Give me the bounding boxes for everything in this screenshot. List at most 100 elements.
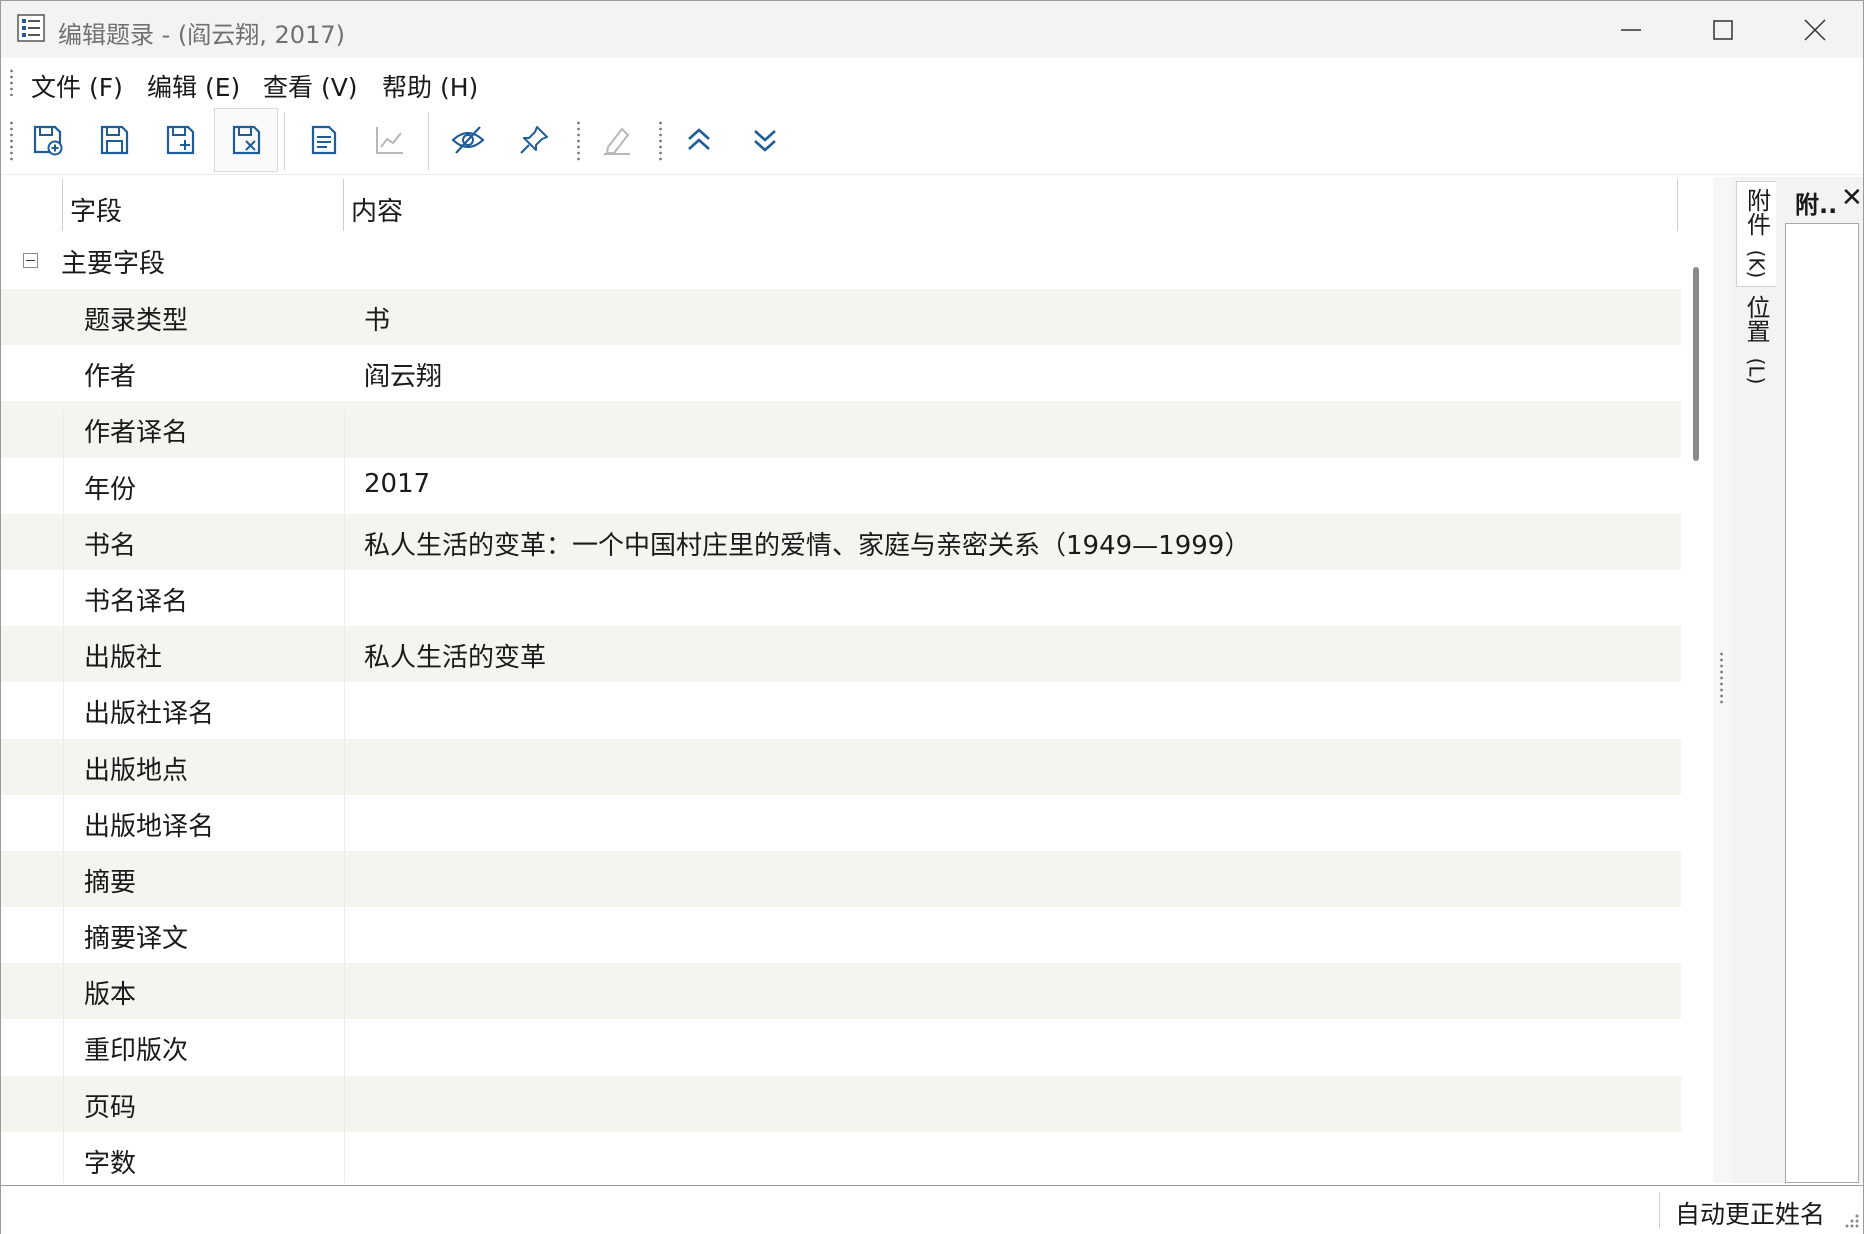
hide-icon — [451, 126, 485, 154]
edit-icon — [604, 127, 630, 155]
column-divider[interactable] — [62, 179, 63, 231]
field-name-cell: 作者 — [84, 362, 137, 393]
move-up-icon — [688, 128, 710, 150]
minimize-button[interactable] — [1585, 1, 1677, 58]
table-row[interactable]: 摘要 — [1, 850, 1681, 908]
record-list-button[interactable] — [292, 108, 356, 172]
table-row[interactable]: 版本 — [1, 963, 1681, 1020]
save-icon — [100, 125, 129, 155]
grid-header: 字段 内容 — [1, 177, 1681, 233]
app-list-icon — [17, 14, 45, 42]
attachment-panel: 附.. ✕ — [1781, 177, 1863, 1183]
column-header-field[interactable]: 字段 — [70, 191, 122, 228]
hide-button[interactable] — [436, 108, 500, 172]
table-row[interactable]: 字数 — [1, 1132, 1681, 1183]
vertical-scrollbar[interactable] — [1681, 233, 1713, 1183]
table-row[interactable]: 重印版次 — [1, 1019, 1681, 1075]
auto-correct-names-toggle[interactable]: 自动更正姓名 — [1675, 1195, 1825, 1231]
toolbar-separator — [284, 112, 285, 170]
side-tab-strip: 附件 (K) 位置 (L) — [1731, 177, 1781, 1183]
close-button[interactable] — [1769, 1, 1861, 58]
field-grid: 字段 内容 主要字段 题录类型书作者 阎云翔 作者译名 年份 2017 书名 私人生活的变革… — [1, 177, 1681, 1183]
field-name-cell: 书名译名 — [84, 586, 189, 617]
table-row[interactable]: 年份 2017 — [1, 458, 1681, 514]
field-name-cell: 出版地点 — [84, 755, 189, 786]
record-list-icon — [311, 125, 337, 155]
table-row[interactable]: 书名译名 — [1, 570, 1681, 626]
maximize-button[interactable] — [1677, 1, 1769, 58]
edit-button — [585, 108, 649, 172]
chart-icon — [376, 127, 403, 154]
save-close-button[interactable] — [214, 108, 278, 172]
menu-edit[interactable]: 编辑 (E) — [147, 68, 240, 104]
close-icon[interactable]: ✕ — [1841, 183, 1863, 213]
table-row[interactable]: 出版地译名 — [1, 795, 1681, 851]
tab-attachments[interactable]: 附件 (K) — [1736, 181, 1776, 287]
table-row[interactable]: 摘要译文 — [1, 907, 1681, 963]
table-row[interactable]: 作者译名 — [1, 401, 1681, 458]
column-header-content[interactable]: 内容 — [351, 191, 403, 228]
tab-location[interactable]: 位置 (L) — [1736, 289, 1776, 393]
group-row[interactable] — [1, 233, 1681, 289]
field-name-cell: 书名 — [84, 530, 137, 561]
save-copy-button[interactable] — [148, 108, 212, 172]
table-row[interactable]: 作者 阎云翔 — [1, 345, 1681, 401]
table-row[interactable]: 页码 — [1, 1075, 1681, 1132]
table-row[interactable]: 出版社译名 — [1, 682, 1681, 738]
move-down-button[interactable] — [733, 108, 797, 172]
column-divider — [1677, 179, 1678, 231]
menu-help[interactable]: 帮助 (H) — [382, 68, 478, 104]
table-row[interactable]: 出版社 私人生活的变革 — [1, 626, 1681, 683]
attachment-list[interactable] — [1785, 223, 1859, 1183]
move-up-button[interactable] — [667, 108, 731, 172]
attachment-panel-title: 附.. — [1795, 191, 1838, 219]
menu-file[interactable]: 文件 (F) — [31, 68, 123, 104]
field-rows: 题录类型 书作者 阎云翔作者译名年份 2017 书名 私人生活的变革：一个中国村庄里的爱情… — [1, 289, 1681, 1183]
table-row[interactable]: 出版地点 — [1, 738, 1681, 795]
menu-view[interactable]: 查看 (V) — [263, 68, 358, 104]
tab-attachments-label: 附件 — [1742, 188, 1771, 236]
field-name-cell: 摘要 — [84, 867, 137, 898]
field-name-cell: 年份 — [84, 474, 137, 505]
field-name-cell: 出版社 — [84, 643, 163, 674]
field-name-cell: 页码 — [84, 1092, 137, 1123]
toolbar — [1, 108, 1863, 175]
field-value-cell[interactable]: 私人生活的变革 — [364, 637, 546, 674]
field-name-cell: 摘要译文 — [84, 924, 189, 955]
toolbar-grip — [659, 120, 662, 162]
table-row[interactable]: 书名 私人生活的变革：一个中国村庄里的爱情、家庭与亲密关系（1949—1999） — [1, 513, 1681, 570]
field-name-cell: 出版社译名 — [84, 699, 215, 730]
group-label: 主要字段 — [61, 249, 166, 279]
save-button[interactable] — [82, 108, 146, 172]
move-down-icon — [754, 130, 776, 152]
splitter-grip[interactable] — [1720, 651, 1723, 705]
field-value-cell[interactable]: 阎云翔 — [364, 356, 442, 393]
row-indent-line — [63, 409, 64, 1183]
field-name-cell: 字数 — [84, 1148, 137, 1179]
edit-record-window: 编辑题录 - (阎云翔, 2017) 文件 (F) 编辑 (E) 查看 (V) … — [0, 0, 1864, 1234]
menu-bar: 文件 (F) 编辑 (E) 查看 (V) 帮助 (H) — [1, 58, 1863, 108]
toolbar-grip — [577, 120, 580, 162]
tab-location-label: 位置 — [1742, 295, 1770, 343]
field-value-cell[interactable]: 书 — [364, 300, 390, 337]
menubar-grip[interactable] — [10, 68, 13, 96]
save-close-icon — [232, 125, 261, 155]
panel-splitter[interactable] — [1713, 177, 1731, 1183]
column-divider[interactable] — [343, 179, 344, 231]
chart-button — [358, 108, 422, 172]
close-icon — [1804, 18, 1826, 41]
save-new-button[interactable] — [16, 108, 80, 172]
scrollbar-thumb[interactable] — [1693, 267, 1699, 461]
pin-icon — [520, 126, 548, 154]
maximize-icon — [1713, 19, 1733, 40]
toolbar-separator — [428, 112, 429, 170]
field-value-cell[interactable]: 2017 — [364, 469, 430, 499]
pin-button[interactable] — [502, 108, 566, 172]
field-value-cell[interactable]: 私人生活的变革：一个中国村庄里的爱情、家庭与亲密关系（1949—1999） — [364, 525, 1250, 562]
resize-grip-icon[interactable] — [1841, 1210, 1861, 1230]
collapse-icon[interactable] — [23, 253, 38, 268]
table-row[interactable]: 题录类型 书 — [1, 289, 1681, 346]
toolbar-grip[interactable] — [10, 120, 13, 162]
status-separator — [1659, 1192, 1660, 1228]
field-name-cell: 作者译名 — [84, 418, 189, 449]
